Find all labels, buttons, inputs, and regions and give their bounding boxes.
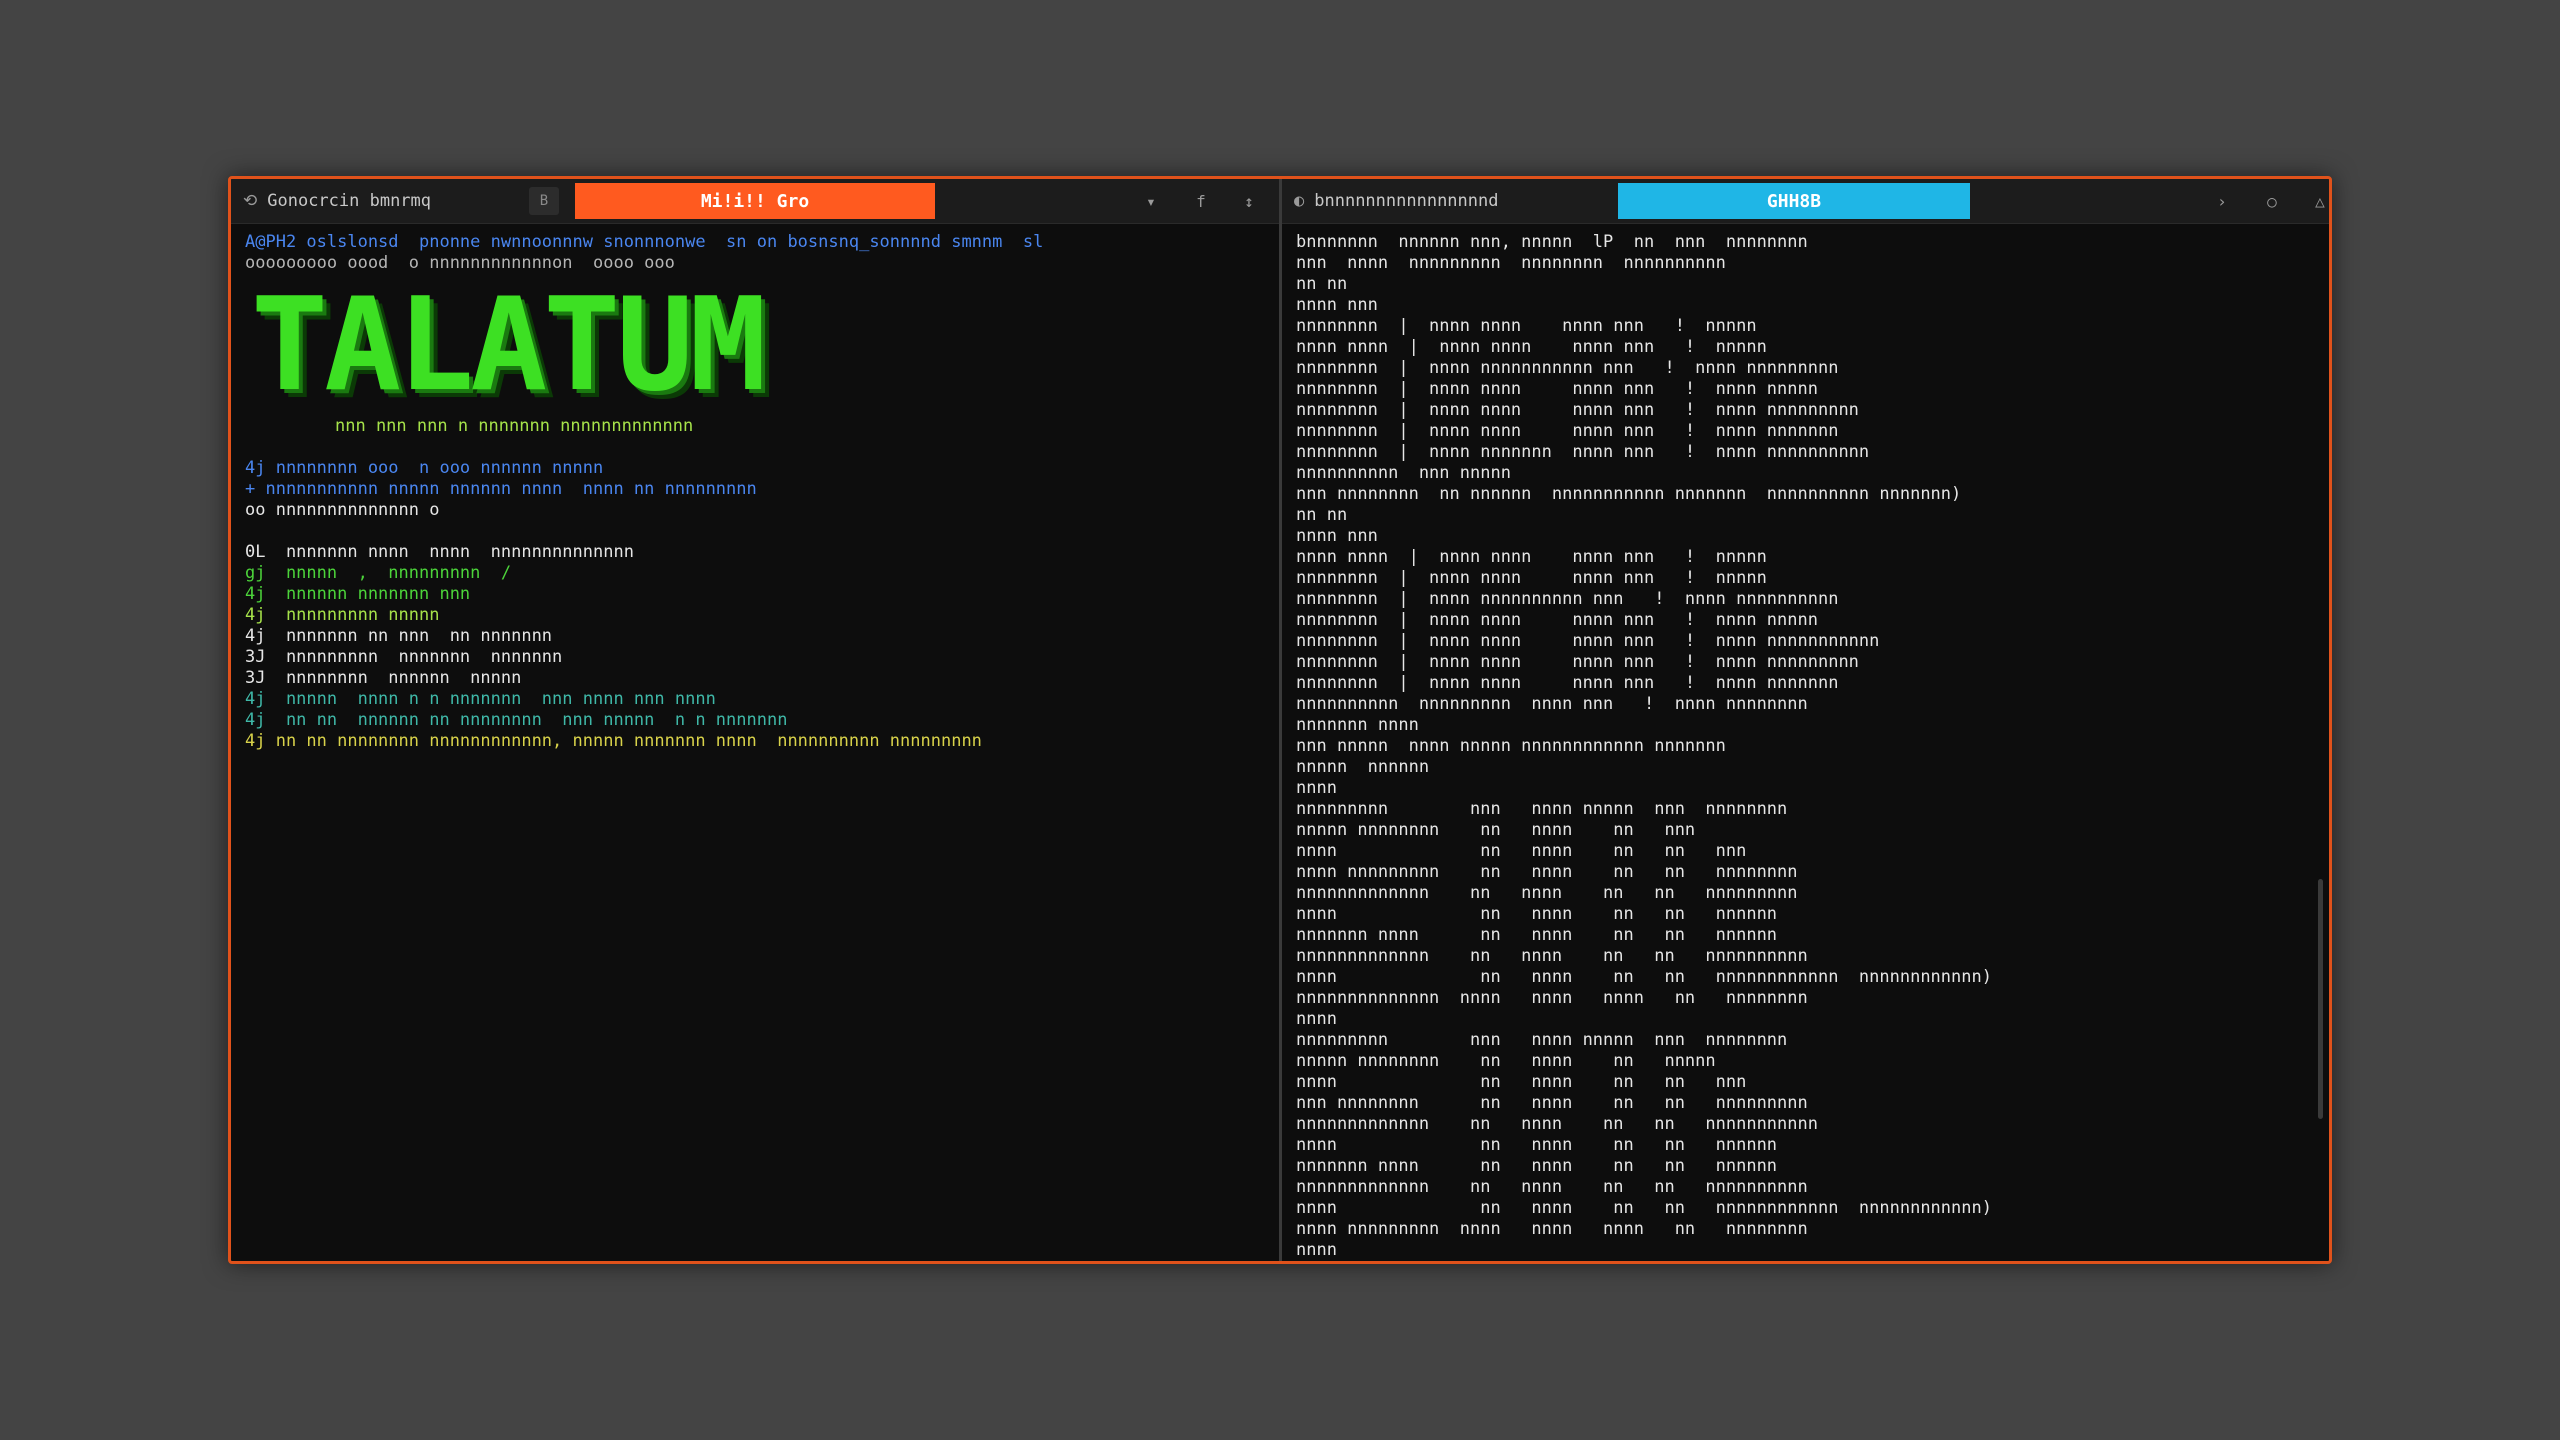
terminal-icon: ⟲ xyxy=(243,191,258,211)
list-line: 3J nnnnnnnn nnnnnn nnnnn xyxy=(245,668,522,688)
ascii-banner: TALATUM xyxy=(251,271,766,420)
terminal-icon: ◐ xyxy=(1294,191,1305,211)
output-line: nnnnnnnnnn nnnnnnnnn nnnn nnn ! nnnn nnn… xyxy=(1296,694,1808,714)
output-line: nnnnnnnnnnnnn nn nnnn nn nn nnnnnnnnnnn xyxy=(1296,1114,1818,1134)
list-line: 4j nnnnn nnnn n n nnnnnnn nnn nnnn nnn n… xyxy=(245,689,716,709)
output-line: bnnnnnnn nnnnnn nnn, nnnnn lP nn nnn nnn… xyxy=(1296,232,1808,252)
right-tab-next-icon[interactable]: › xyxy=(2208,187,2236,215)
output-line: nnn nnnnnnnn nn nnnnnn nnnnnnnnnnn nnnnn… xyxy=(1296,484,1962,504)
output-line: nnnn nnn xyxy=(1296,295,1378,315)
output-line: nnnnnnn nnnn xyxy=(1296,715,1419,735)
left-tab-inactive[interactable]: ⟲ Gonocrcin bmnrmq xyxy=(243,185,431,217)
list-line: 0L nnnnnnn nnnn nnnn nnnnnnnnnnnnnn xyxy=(245,542,634,562)
output-line: nnnnn nnnnnnnn nn nnnn nn nnnnn xyxy=(1296,1051,1716,1071)
output-line: nnnnn nnnnnn xyxy=(1296,757,1430,777)
output-line: nnnnnnnn | nnnn nnnnnnnnnn nnn ! nnnn nn… xyxy=(1296,589,1839,609)
left-tab-title: Gonocrcin bmnrmq xyxy=(267,191,432,211)
list-line: 4j nnnnnnnnn nnnnn xyxy=(245,605,440,625)
list-line: 4j nnnnnn nnnnnnn nnn xyxy=(245,584,471,604)
left-tab-split-icon[interactable]: ↕ xyxy=(1235,187,1263,215)
left-terminal-pane[interactable]: ⟲ Gonocrcin bmnrmq B Mi!i!! Gro ▾ f ↕ A@… xyxy=(231,179,1282,1261)
output-line: nnnn nn nnnn nn nn nnn xyxy=(1296,841,1747,861)
list-line: 4j nnnnnnn nn nnn nn nnnnnnn xyxy=(245,626,553,646)
output-line: nnnnnnnn | nnnn nnnn nnnn nnn ! nnnn nnn… xyxy=(1296,400,1859,420)
output-line: nnnn xyxy=(1296,1009,1337,1029)
output-line: nnnn xyxy=(1296,778,1337,798)
terminal-window: ⟲ Gonocrcin bmnrmq B Mi!i!! Gro ▾ f ↕ A@… xyxy=(228,176,2332,1264)
output-line: nnnnnnnn | nnnn nnnnnnnnnnn nnn ! nnnn n… xyxy=(1296,358,1839,378)
left-terminal-output[interactable]: A@PH2 oslslonsd pnonne nwnnoonnnw snonnn… xyxy=(231,224,1279,760)
output-line: nnnnnnn nnnn nn nnnn nn nn nnnnnn xyxy=(1296,925,1778,945)
right-tab-bar: ◐ bnnnnnnnnnnnnnnnnd GHH8B › ○ △ xyxy=(1282,179,2329,224)
header-line: A@PH2 oslslonsd pnonne nwnnoonnnw snonnn… xyxy=(245,232,1044,252)
output-line: nnnnnnnn | nnnn nnnn nnnn nnn ! nnnn nnn… xyxy=(1296,421,1839,441)
output-line: nnnnnnnn | nnnn nnnn nnnn nnn ! nnnnn xyxy=(1296,316,1757,336)
left-tab-extra-button[interactable]: B xyxy=(529,187,559,215)
output-line: nnnnnnnnnn nnn nnnnn xyxy=(1296,463,1511,483)
info-line: 4j nnnnnnnn ooo n ooo nnnnnn nnnnn xyxy=(245,458,604,478)
output-line: nnnn xyxy=(1296,1240,1337,1260)
list-line: 4j nn nn nnnnnnnn nnnnnnnnnnnn, nnnnn nn… xyxy=(245,731,982,751)
output-line: nnnnnnnnn nnn nnnn nnnnn nnn nnnnnnnn xyxy=(1296,799,1788,819)
output-line: nnn nnnnn nnnn nnnnn nnnnnnnnnnnn nnnnnn… xyxy=(1296,736,1726,756)
output-line: nnnn nnnn | nnnn nnnn nnnn nnn ! nnnnn xyxy=(1296,547,1767,567)
output-line: nnnnnnnn | nnnn nnnn nnnn nnn ! nnnn nnn… xyxy=(1296,379,1818,399)
left-tab-active-label: Mi!i!! Gro xyxy=(700,190,810,212)
output-line: nnnnnnnn | nnnn nnnn nnnn nnn ! nnnn nnn… xyxy=(1296,610,1818,630)
info-line: + nnnnnnnnnnn nnnnn nnnnnn nnnn nnnn nn … xyxy=(245,479,757,499)
output-line: nnnn nnnn | nnnn nnnn nnnn nnn ! nnnnn xyxy=(1296,337,1767,357)
right-scrollbar[interactable] xyxy=(2318,879,2323,1119)
right-tab-active[interactable]: GHH8B xyxy=(1618,183,1970,219)
right-tab-active-label: GHH8B xyxy=(1766,190,1822,212)
right-tab-circle-icon[interactable]: ○ xyxy=(2258,187,2286,215)
output-line: nnnnnnnnnnnnnn nnnn nnnn nnnn nn nnnnnnn… xyxy=(1296,988,1808,1008)
info-line: oo nnnnnnnnnnnnnn o xyxy=(245,500,440,520)
output-line: nnnn nnnnnnnnn nnnn nnnn nnnn nn nnnnnnn… xyxy=(1296,1219,1808,1239)
output-line: nnnn nn nnnn nn nn nnnnnn xyxy=(1296,904,1778,924)
output-line: nnnn nn nnnn nn nn nnnnnnnnnnnn nnnnnnnn… xyxy=(1296,1198,1992,1218)
output-line: nnnn nn nnnn nn nn nnnnnn xyxy=(1296,1135,1778,1155)
output-line: nnnnnnnn | nnnn nnnn nnnn nnn ! nnnn nnn… xyxy=(1296,673,1839,693)
right-terminal-output[interactable]: bnnnnnnn nnnnnn nnn, nnnnn lP nn nnn nnn… xyxy=(1282,224,2329,1261)
right-terminal-pane[interactable]: ◐ bnnnnnnnnnnnnnnnnd GHH8B › ○ △ bnnnnnn… xyxy=(1282,179,2329,1261)
left-tab-dropdown-icon[interactable]: ▾ xyxy=(1137,187,1165,215)
right-tab-bell-icon[interactable]: △ xyxy=(2306,187,2329,215)
list-line: 4j nn nn nnnnnn nn nnnnnnnn nnn nnnnn n … xyxy=(245,710,788,730)
right-tab-inactive[interactable]: ◐ bnnnnnnnnnnnnnnnnd xyxy=(1294,185,1498,217)
output-line: nnnnnnn nnnn nn nnnn nn nn nnnnnn xyxy=(1296,1156,1778,1176)
output-line: nnnn nn nnnn nn nn nnn xyxy=(1296,1072,1747,1092)
output-line: nnnnnnnn | nnnn nnnn nnnn nnn ! nnnnn xyxy=(1296,568,1767,588)
list-line: gj nnnnn , nnnnnnnnn / xyxy=(245,563,512,583)
left-tab-bar: ⟲ Gonocrcin bmnrmq B Mi!i!! Gro ▾ f ↕ xyxy=(231,179,1279,224)
output-line: nnnn nnnnnnnnn nn nnnn nn nn nnnnnnnn xyxy=(1296,862,1798,882)
output-line: nnnnnnnn | nnnn nnnnnnn nnnn nnn ! nnnn … xyxy=(1296,442,1870,462)
output-line: nn nn xyxy=(1296,274,1348,294)
right-tab-title: bnnnnnnnnnnnnnnnnd xyxy=(1314,191,1499,211)
output-line: nnn nnnn nnnnnnnnn nnnnnnnn nnnnnnnnnn xyxy=(1296,253,1726,273)
output-line: nnnnnnnn | nnnn nnnn nnnn nnn ! nnnn nnn… xyxy=(1296,652,1859,672)
output-line: nnnnn nnnnnnnn nn nnnn nn nnn xyxy=(1296,820,1696,840)
output-line: nnnnnnnnnnnnn nn nnnn nn nn nnnnnnnnn xyxy=(1296,883,1798,903)
left-tab-pin-icon[interactable]: f xyxy=(1187,187,1215,215)
output-line: nnnn nn nnnn nn nn nnnnnnnnnnnn nnnnnnnn… xyxy=(1296,967,1992,987)
list-line: 3J nnnnnnnnn nnnnnnn nnnnnnn xyxy=(245,647,563,667)
output-line: nnnnnnnnn nnn nnnn nnnnn nnn nnnnnnnn xyxy=(1296,1030,1788,1050)
output-line: nnnnnnnnnnnnn nn nnnn nn nn nnnnnnnnnn xyxy=(1296,1177,1808,1197)
output-line: nn nn xyxy=(1296,505,1348,525)
output-line: nnn nnnnnnnn nn nnnn nn nn nnnnnnnnn xyxy=(1296,1093,1808,1113)
output-line: nnnn nnn xyxy=(1296,526,1378,546)
banner-subtitle: nnn nnn nnn n nnnnnnn nnnnnnnnnnnnn xyxy=(335,416,694,436)
left-tab-active[interactable]: Mi!i!! Gro xyxy=(575,183,935,219)
output-line: nnnnnnnn | nnnn nnnn nnnn nnn ! nnnn nnn… xyxy=(1296,631,1880,651)
output-line: nnnnnnnnnnnnn nn nnnn nn nn nnnnnnnnnn xyxy=(1296,946,1808,966)
